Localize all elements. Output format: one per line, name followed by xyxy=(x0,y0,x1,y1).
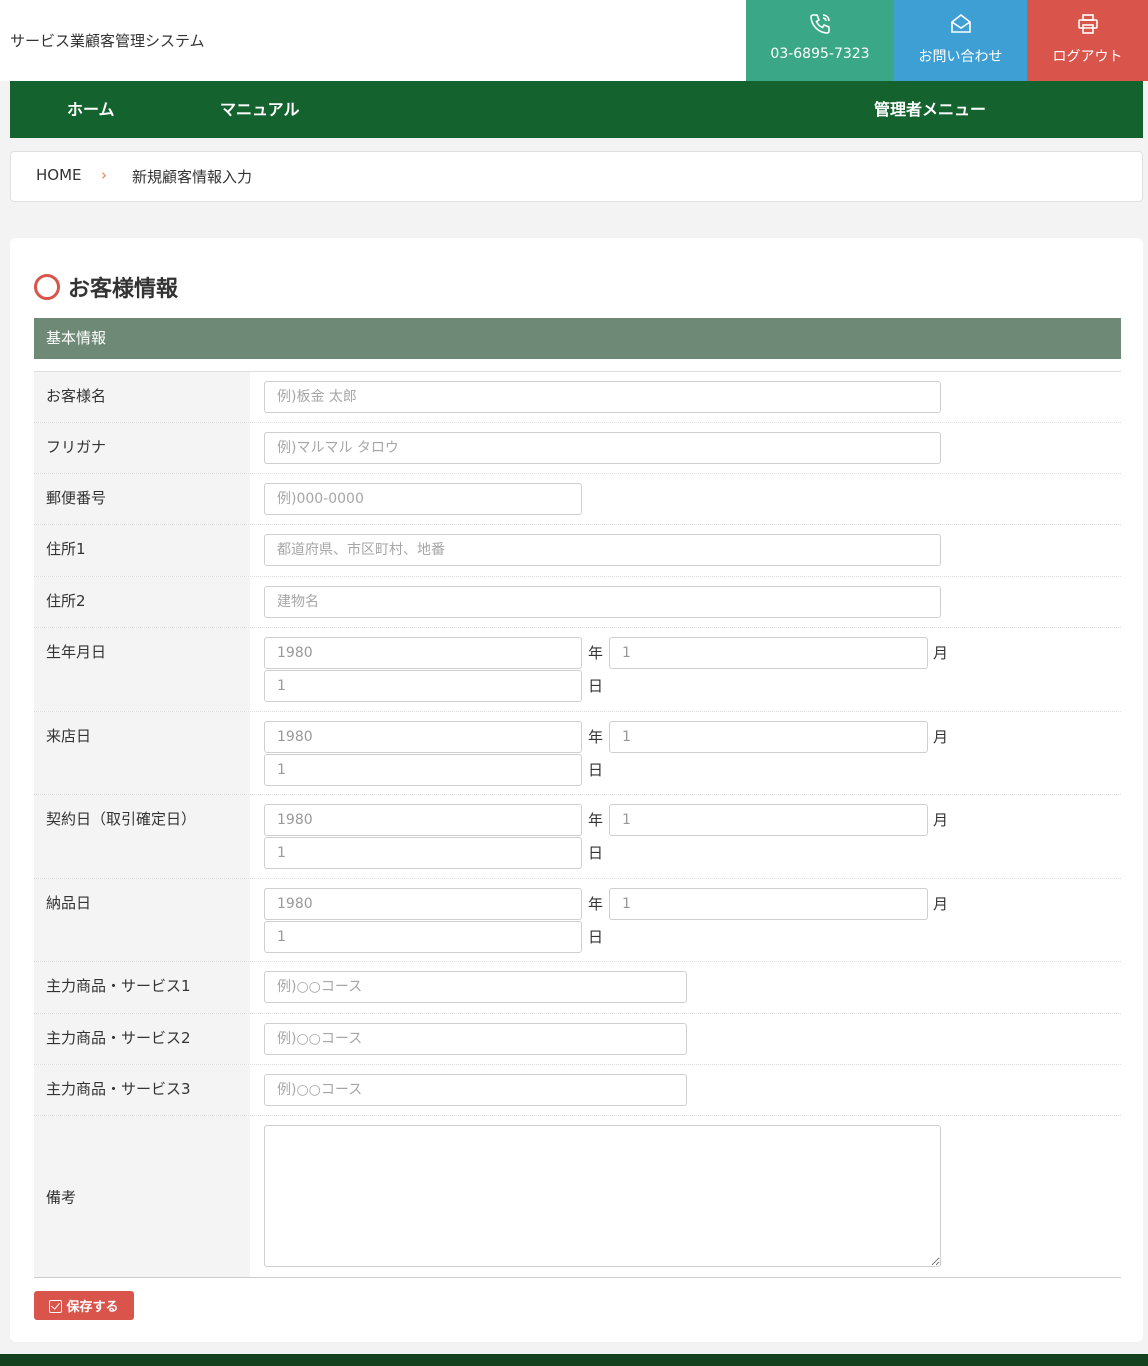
label-contract-date: 契約日（取引確定日） xyxy=(34,795,250,878)
unit-year: 年 xyxy=(588,895,604,913)
form-row-kana: フリガナ xyxy=(34,423,1121,474)
label-zip: 郵便番号 xyxy=(34,474,250,524)
save-button-label: 保存する xyxy=(66,1300,119,1315)
delivery-year-input[interactable] xyxy=(264,888,582,920)
site-title[interactable]: サービス業顧客管理システム xyxy=(10,30,205,51)
form-row-name: お客様名 xyxy=(34,372,1121,423)
phone-icon xyxy=(810,14,830,34)
zip-input[interactable] xyxy=(264,483,582,515)
product1-input[interactable] xyxy=(264,971,687,1003)
label-address2: 住所2 xyxy=(34,577,250,627)
label-notes: 備考 xyxy=(34,1116,250,1277)
form-table: お客様名 フリガナ 郵便番号 住所1 住所2 生年月日 年 月 日 xyxy=(34,371,1121,1278)
form-row-address1: 住所1 xyxy=(34,525,1121,577)
save-button[interactable]: 保存する xyxy=(34,1291,134,1320)
checkbox-icon xyxy=(49,1300,63,1313)
contact-label: お問い合わせ xyxy=(918,49,1003,65)
visit-year-input[interactable] xyxy=(264,721,582,753)
form-row-visit-date: 来店日 年 月 日 xyxy=(34,712,1121,795)
breadcrumb-separator: › xyxy=(101,166,107,184)
product2-input[interactable] xyxy=(264,1023,687,1055)
label-product1: 主力商品・サービス1 xyxy=(34,962,250,1013)
label-product3: 主力商品・サービス3 xyxy=(34,1065,250,1115)
unit-year: 年 xyxy=(588,811,604,829)
label-name: お客様名 xyxy=(34,372,250,422)
unit-day: 日 xyxy=(588,844,604,862)
section-title: お客様情報 xyxy=(34,271,179,302)
unit-day: 日 xyxy=(588,677,604,695)
nav-home[interactable]: ホーム xyxy=(67,81,115,138)
label-visit-date: 来店日 xyxy=(34,712,250,794)
name-input[interactable] xyxy=(264,381,941,413)
contract-month-input[interactable] xyxy=(609,804,928,836)
main-nav: ホーム マニュアル 管理者メニュー xyxy=(10,81,1143,138)
logout-label: ログアウト xyxy=(1052,49,1123,65)
birthday-month-input[interactable] xyxy=(609,637,928,669)
printer-icon xyxy=(1077,14,1098,34)
form-row-product3: 主力商品・サービス3 xyxy=(34,1065,1121,1116)
subheading-basic-info: 基本情報 xyxy=(34,318,1121,359)
unit-month: 月 xyxy=(933,644,949,662)
birthday-year-input[interactable] xyxy=(264,637,582,669)
breadcrumb-home[interactable]: HOME xyxy=(36,166,82,184)
label-birthday: 生年月日 xyxy=(34,628,250,711)
nav-manual[interactable]: マニュアル xyxy=(220,81,300,138)
label-product2: 主力商品・サービス2 xyxy=(34,1014,250,1064)
unit-month: 月 xyxy=(933,895,949,913)
notes-textarea[interactable] xyxy=(264,1125,941,1267)
footer xyxy=(0,1354,1148,1366)
visit-day-input[interactable] xyxy=(264,754,582,786)
nav-admin-menu[interactable]: 管理者メニュー xyxy=(874,81,986,138)
product3-input[interactable] xyxy=(264,1074,687,1106)
customer-form-card: お客様情報 基本情報 お客様名 フリガナ 郵便番号 住所1 住所2 生年月日 年 xyxy=(10,238,1143,1342)
unit-day: 日 xyxy=(588,928,604,946)
unit-day: 日 xyxy=(588,761,604,779)
unit-month: 月 xyxy=(933,728,949,746)
delivery-day-input[interactable] xyxy=(264,921,582,953)
form-row-address2: 住所2 xyxy=(34,577,1121,628)
form-row-contract-date: 契約日（取引確定日） 年 月 日 xyxy=(34,795,1121,879)
form-row-product1: 主力商品・サービス1 xyxy=(34,962,1121,1014)
kana-input[interactable] xyxy=(264,432,941,464)
form-row-delivery-date: 納品日 年 月 日 xyxy=(34,879,1121,962)
form-row-zip: 郵便番号 xyxy=(34,474,1121,525)
contact-button[interactable]: お問い合わせ xyxy=(894,0,1027,81)
form-row-birthday: 生年月日 年 月 日 xyxy=(34,628,1121,712)
address1-input[interactable] xyxy=(264,534,941,566)
visit-month-input[interactable] xyxy=(609,721,928,753)
header: サービス業顧客管理システム 03-6895-7323 お問い合わせ ログアウト xyxy=(0,0,1148,81)
breadcrumb: HOME › 新規顧客情報入力 xyxy=(10,151,1143,202)
section-title-text: お客様情報 xyxy=(68,277,179,302)
label-address1: 住所1 xyxy=(34,525,250,576)
contract-year-input[interactable] xyxy=(264,804,582,836)
circle-icon xyxy=(34,274,60,300)
logout-button[interactable]: ログアウト xyxy=(1027,0,1148,81)
unit-year: 年 xyxy=(588,644,604,662)
contract-day-input[interactable] xyxy=(264,837,582,869)
form-row-notes: 備考 xyxy=(34,1116,1121,1277)
unit-month: 月 xyxy=(933,811,949,829)
label-kana: フリガナ xyxy=(34,423,250,473)
phone-button[interactable]: 03-6895-7323 xyxy=(746,0,894,81)
breadcrumb-current: 新規顧客情報入力 xyxy=(132,168,253,186)
mail-icon xyxy=(950,13,971,33)
birthday-day-input[interactable] xyxy=(264,670,582,702)
unit-year: 年 xyxy=(588,728,604,746)
phone-label: 03-6895-7323 xyxy=(770,46,870,62)
delivery-month-input[interactable] xyxy=(609,888,928,920)
form-row-product2: 主力商品・サービス2 xyxy=(34,1014,1121,1065)
label-delivery-date: 納品日 xyxy=(34,879,250,961)
address2-input[interactable] xyxy=(264,586,941,618)
